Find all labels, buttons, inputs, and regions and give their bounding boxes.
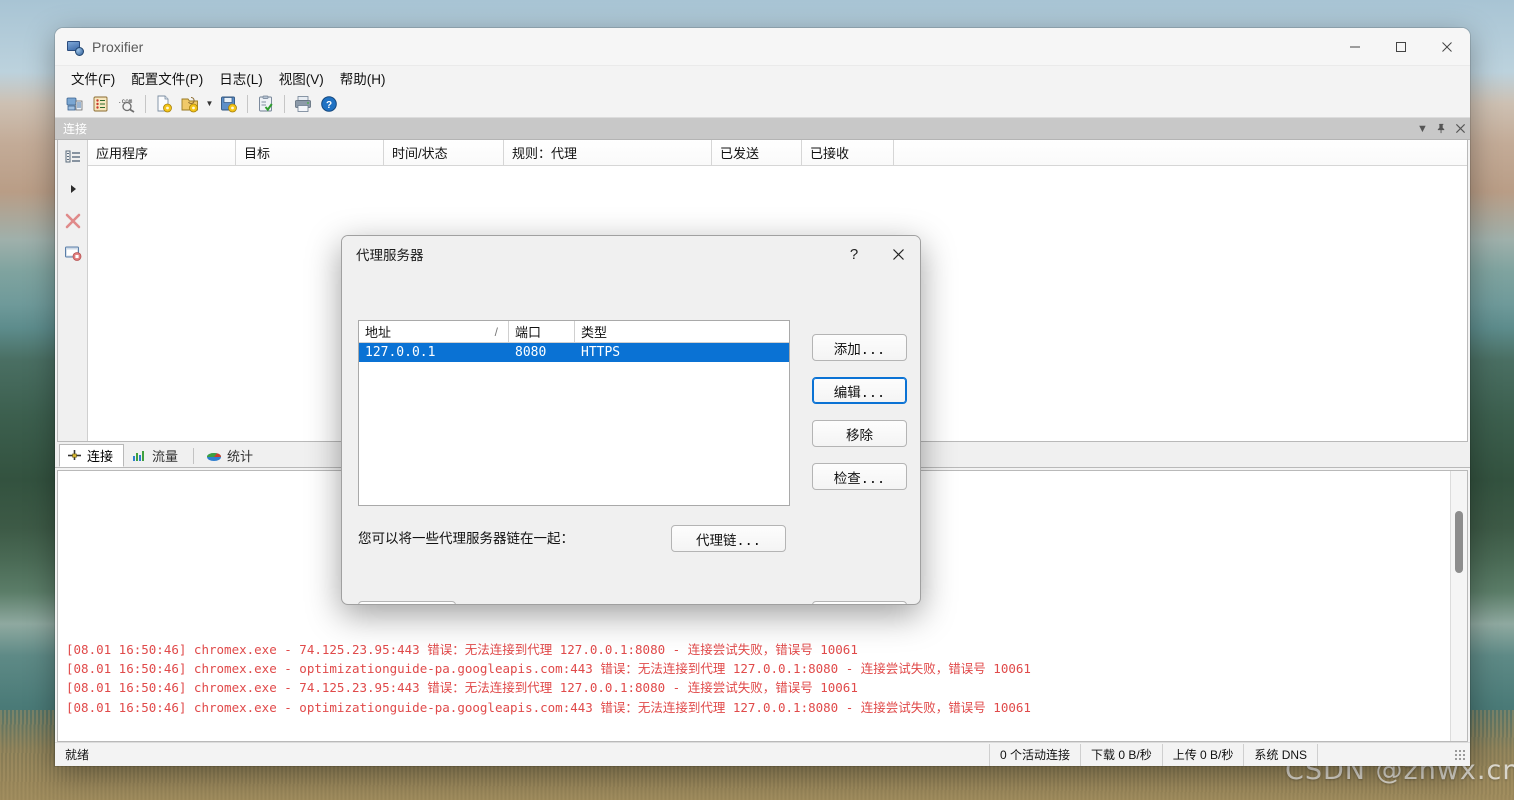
open-profile-dropdown-icon[interactable]: ▼ bbox=[204, 92, 215, 116]
column-header-target[interactable]: 目标 bbox=[236, 140, 384, 165]
proxifier-app-icon bbox=[67, 39, 84, 56]
tab-statistics[interactable]: 统计 bbox=[198, 444, 264, 467]
proxy-list-row[interactable]: 127.0.0.1 8080 HTTPS bbox=[359, 343, 789, 362]
menubar: 文件(F) 配置文件(P) 日志(L) 视图(V) 帮助(H) bbox=[55, 66, 1470, 90]
log-scrollbar-thumb[interactable] bbox=[1455, 511, 1463, 573]
proxy-row-port: 8080 bbox=[515, 345, 547, 360]
proxification-rules-icon[interactable] bbox=[89, 92, 113, 116]
tab-connections[interactable]: 连接 bbox=[59, 444, 125, 467]
connections-pane-header: 连接 ▼ bbox=[55, 118, 1470, 140]
new-profile-icon[interactable] bbox=[152, 92, 176, 116]
proxy-row-type: HTTPS bbox=[581, 345, 621, 360]
check-proxy-button[interactable]: 检查... bbox=[812, 463, 907, 490]
toolbar-separator bbox=[145, 94, 146, 113]
toolbar-separator bbox=[247, 94, 248, 113]
tab-separator bbox=[193, 448, 195, 464]
column-header-time-status[interactable]: 时间/状态 bbox=[384, 140, 504, 165]
dialog-help-button[interactable]: ? bbox=[832, 237, 876, 271]
close-button[interactable] bbox=[1424, 28, 1470, 66]
proxy-column-port[interactable]: 端口 bbox=[509, 321, 575, 342]
status-active-connections: 0 个活动连接 bbox=[990, 743, 1082, 766]
menu-view[interactable]: 视图(V) bbox=[271, 66, 332, 90]
tab-traffic[interactable]: 流量 bbox=[124, 444, 189, 467]
proxy-row-address: 127.0.0.1 bbox=[365, 345, 436, 360]
save-profile-icon[interactable] bbox=[217, 92, 241, 116]
column-header-application[interactable]: 应用程序 bbox=[88, 140, 236, 165]
menu-help[interactable]: 帮助(H) bbox=[332, 66, 394, 90]
menu-log[interactable]: 日志(L) bbox=[211, 66, 271, 90]
proxy-column-type[interactable]: 类型 bbox=[575, 321, 655, 342]
column-header-filler bbox=[894, 140, 1467, 165]
ok-button[interactable]: 确定 bbox=[358, 601, 456, 604]
cancel-button[interactable]: 取消 bbox=[812, 601, 907, 604]
columns-icon[interactable] bbox=[62, 146, 84, 168]
chevron-down-icon[interactable]: ▼ bbox=[1413, 119, 1432, 138]
add-proxy-button[interactable]: 添加... bbox=[812, 334, 907, 361]
remove-proxy-button[interactable]: 移除 bbox=[812, 420, 907, 447]
proxy-servers-dialog: 代理服务器 ? 地址 / 端口 类型 127.0.0.1 8080 HTTPS … bbox=[341, 235, 921, 605]
status-ready: 就绪 bbox=[55, 743, 990, 766]
open-profile-icon[interactable] bbox=[178, 92, 202, 116]
log-scrollbar[interactable] bbox=[1450, 471, 1467, 741]
menu-file[interactable]: 文件(F) bbox=[63, 66, 123, 90]
stop-record-icon[interactable] bbox=[62, 242, 84, 264]
proxy-list-header: 地址 / 端口 类型 bbox=[359, 321, 789, 343]
toolbar-separator bbox=[284, 94, 285, 113]
log-line: [08.01 16:50:46] chromex.exe - optimizat… bbox=[66, 699, 1031, 715]
tab-statistics-label: 统计 bbox=[227, 449, 254, 464]
column-header-rule-proxy[interactable]: 规则：代理 bbox=[504, 140, 712, 165]
status-dns-mode: 系统 DNS bbox=[1244, 743, 1319, 766]
proxy-list[interactable]: 地址 / 端口 类型 127.0.0.1 8080 HTTPS bbox=[358, 320, 790, 506]
dialog-close-button[interactable] bbox=[876, 237, 920, 271]
statusbar: 就绪 0 个活动连接 下载 0 B/秒 上传 0 B/秒 系统 DNS bbox=[55, 742, 1470, 766]
pin-icon[interactable] bbox=[1432, 119, 1451, 138]
statistics-icon bbox=[207, 453, 222, 461]
sort-indicator: / bbox=[494, 324, 498, 339]
dialog-title: 代理服务器 bbox=[356, 248, 424, 263]
log-line: [08.01 16:50:46] chromex.exe - 74.125.23… bbox=[66, 680, 858, 696]
expand-arrow-icon[interactable] bbox=[62, 178, 84, 200]
help-icon[interactable]: ? bbox=[317, 92, 341, 116]
log-verify-icon[interactable] bbox=[254, 92, 278, 116]
log-line: [08.01 16:50:46] chromex.exe - 74.125.23… bbox=[66, 641, 858, 657]
window-titlebar: Proxifier bbox=[55, 28, 1470, 66]
log-line: [08.01 16:50:46] chromex.exe - optimizat… bbox=[66, 661, 1031, 677]
proxy-servers-icon[interactable] bbox=[63, 92, 87, 116]
close-icon[interactable] bbox=[1451, 119, 1470, 138]
status-download-rate: 下载 0 B/秒 bbox=[1081, 743, 1163, 766]
print-icon[interactable] bbox=[291, 92, 315, 116]
edit-proxy-button[interactable]: 编辑... bbox=[812, 377, 907, 404]
connections-columns-header: 应用程序 目标 时间/状态 规则：代理 已发送 已接收 bbox=[88, 140, 1467, 166]
dialog-titlebar: 代理服务器 ? bbox=[342, 236, 920, 272]
column-header-sent[interactable]: 已发送 bbox=[712, 140, 802, 165]
window-title: Proxifier bbox=[92, 38, 144, 55]
resize-grip[interactable] bbox=[1318, 744, 1470, 766]
svg-text:?: ? bbox=[326, 100, 332, 111]
minimize-button[interactable] bbox=[1332, 28, 1378, 66]
status-upload-rate: 上传 0 B/秒 bbox=[1163, 743, 1245, 766]
maximize-button[interactable] bbox=[1378, 28, 1424, 66]
proxy-column-address[interactable]: 地址 / bbox=[359, 321, 509, 342]
column-header-received[interactable]: 已接收 bbox=[802, 140, 894, 165]
proxy-chain-label: 您可以将一些代理服务器链在一起： bbox=[358, 531, 574, 546]
connections-sidebar bbox=[58, 140, 88, 441]
close-connection-icon[interactable] bbox=[62, 210, 84, 232]
proxy-chain-button[interactable]: 代理链... bbox=[671, 525, 786, 552]
toolbar: .com ▼ ? bbox=[55, 90, 1470, 118]
traffic-icon bbox=[133, 451, 145, 461]
proxy-column-address-label: 地址 bbox=[365, 325, 392, 340]
connections-icon bbox=[68, 450, 81, 460]
name-resolution-icon[interactable]: .com bbox=[115, 92, 139, 116]
tab-connections-label: 连接 bbox=[87, 449, 114, 464]
pane-title: 连接 bbox=[63, 122, 88, 136]
menu-profile[interactable]: 配置文件(P) bbox=[123, 66, 211, 90]
dialog-body: 地址 / 端口 类型 127.0.0.1 8080 HTTPS 添加... 编辑… bbox=[342, 272, 920, 604]
tab-traffic-label: 流量 bbox=[152, 449, 179, 464]
